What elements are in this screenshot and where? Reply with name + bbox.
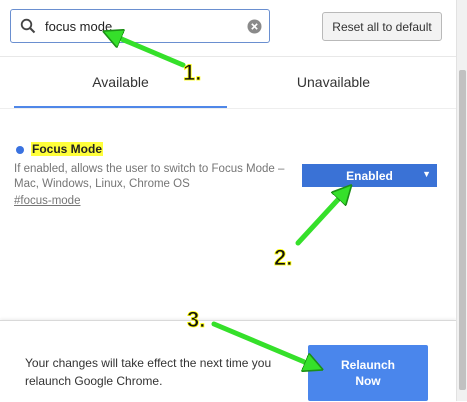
search-value: focus mode — [45, 19, 113, 34]
annotation-label-2: 2. — [274, 245, 292, 270]
relaunch-label: Relaunch Now — [340, 358, 395, 388]
flag-permalink[interactable]: #focus-mode — [14, 195, 80, 207]
tab-available[interactable]: Available — [14, 56, 227, 108]
flag-status-dot — [16, 146, 24, 154]
relaunch-now-button[interactable]: Relaunch Now — [308, 345, 428, 401]
flag-state-value: Enabled — [346, 168, 393, 183]
relaunch-message: Your changes will take effect the next t… — [25, 356, 272, 388]
flag-description: If enabled, allows the user to switch to… — [14, 163, 285, 190]
header: focus mode Reset all to default — [0, 0, 456, 57]
reset-all-button[interactable]: Reset all to default — [322, 12, 442, 41]
scrollbar-thumb[interactable] — [459, 70, 466, 390]
annotation-arrow-2 — [295, 192, 345, 246]
dropdown-caret-icon: ▼ — [422, 169, 431, 179]
tab-unavailable[interactable]: Unavailable — [227, 56, 440, 108]
flag-title: Focus Mode — [31, 142, 104, 156]
tab-divider — [0, 108, 456, 109]
search-input[interactable]: focus mode — [10, 9, 270, 43]
relaunch-footer: Your changes will take effect the next t… — [0, 320, 456, 402]
tab-bar: Available Unavailable — [0, 56, 456, 112]
flag-state-select[interactable]: Enabled ▼ — [302, 164, 437, 187]
scrollbar[interactable] — [456, 0, 467, 401]
clear-icon[interactable] — [247, 19, 262, 34]
search-icon — [20, 18, 36, 34]
